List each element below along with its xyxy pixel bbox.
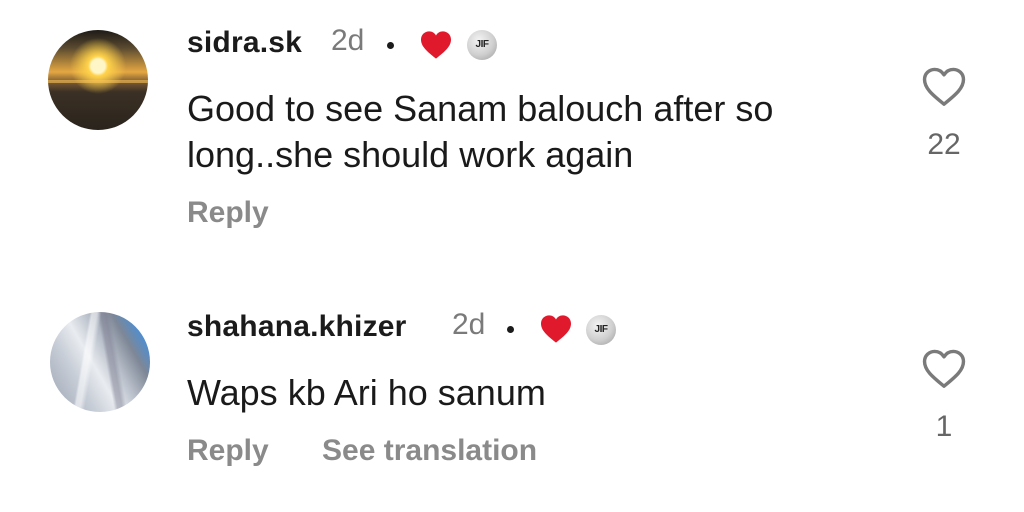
comment-item: shahana.khizer 2d JIF Waps kb Ari ho san… [0,290,1024,490]
separator-dot [507,326,514,333]
creator-avatar-badge: JIF [467,30,497,60]
heart-icon[interactable] [921,348,967,390]
comments-list: sidra.sk 2d JIF Good to see Sanam balouc… [0,0,1024,512]
username[interactable]: sidra.sk [187,26,302,60]
avatar[interactable] [50,312,150,412]
separator-dot [387,42,394,49]
comment-text: Waps kb Ari ho sanum [187,372,546,413]
heart-icon[interactable] [921,66,967,108]
like-count: 22 [927,128,961,161]
avatar[interactable] [48,30,148,130]
creator-avatar-badge: JIF [586,315,616,345]
creator-liked-heart-icon [421,31,451,59]
comment-text: Good to see Sanam balouch after so long.… [187,88,774,175]
timestamp: 2d [331,24,365,57]
like-count: 1 [935,410,953,443]
timestamp: 2d [452,308,486,341]
creator-liked-heart-icon [541,315,571,343]
comment-item: sidra.sk 2d JIF Good to see Sanam balouc… [0,0,1024,260]
username[interactable]: shahana.khizer [187,310,407,344]
reply-button[interactable]: Reply [187,196,269,230]
reply-button[interactable]: Reply [187,434,269,468]
see-translation-button[interactable]: See translation [322,434,537,468]
